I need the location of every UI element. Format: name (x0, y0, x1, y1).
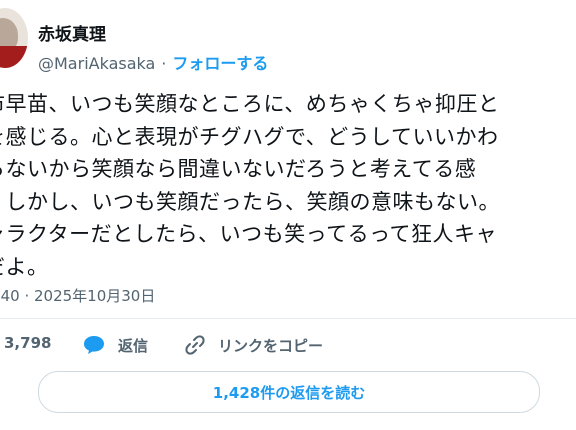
tweet-text: 市早苗、いつも笑顔なところに、めちゃくちゃ抑圧と を感じる。心と表現がチグハグで… (0, 88, 576, 283)
tweet-line: を感じる。心と表現がチグハグで、どうしていいかわ (0, 124, 499, 149)
avatar[interactable] (0, 8, 28, 68)
like-count[interactable]: 3,798 (4, 334, 51, 352)
tweet-line: だよ。 (0, 254, 49, 279)
read-replies-button[interactable]: 1,428件の返信を読む (38, 371, 540, 413)
tweet-line: 市早苗、いつも笑顔なところに、めちゃくちゃ抑圧と (0, 92, 500, 116)
reply-button[interactable]: 返信 (82, 334, 148, 356)
link-icon (185, 335, 205, 355)
tweet-timestamp[interactable]: 8:40 · 2025年10月30日 (0, 285, 155, 306)
separator-dot: · (161, 54, 167, 73)
reply-label: 返信 (118, 336, 149, 355)
read-replies-label: 1,428件の返信を読む (212, 383, 366, 402)
reply-bubble-icon (84, 336, 104, 354)
tweet-line: しかし、いつも笑顔だったら、笑顔の意味もない。 (0, 189, 500, 214)
action-bar: 3,798 返信 リンクをコピー (0, 326, 576, 366)
divider (0, 318, 576, 319)
author-handle[interactable]: @MariAkasaka (38, 54, 155, 73)
like-count-label: 3,798 (4, 334, 52, 352)
avatar-dress (0, 46, 28, 68)
follow-button[interactable]: フォローする (172, 54, 268, 73)
author-name[interactable]: 赤坂真理 (38, 20, 106, 45)
tweet-line: らないから笑顔なら間違いないだろうと考えてる感 (0, 157, 477, 181)
copy-link-button[interactable]: リンクをコピー (184, 334, 323, 356)
author-handle-row: @MariAkasaka · フォローする (38, 50, 268, 74)
copy-link-label: リンクをコピー (218, 336, 324, 355)
tweet-line: ャラクターだとしたら、いつも笑ってるって狂人キャ (0, 222, 498, 246)
